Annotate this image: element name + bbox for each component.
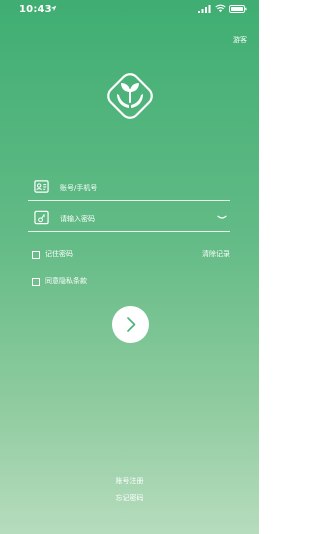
clear-record-link[interactable]: 清除记录 bbox=[202, 249, 230, 260]
forgot-password-link[interactable]: 忘记密码 bbox=[0, 493, 259, 503]
chevron-down-icon[interactable] bbox=[217, 215, 227, 221]
key-icon bbox=[34, 210, 49, 225]
account-input[interactable]: 账号/手机号 bbox=[60, 181, 210, 195]
location-arrow-icon bbox=[50, 5, 57, 12]
battery-icon bbox=[229, 5, 247, 13]
agree-privacy-checkbox[interactable] bbox=[32, 278, 40, 286]
agree-privacy-label[interactable]: 同意隐私条款 bbox=[45, 276, 87, 287]
remember-password-row: 记住密码 清除记录 bbox=[30, 249, 230, 261]
register-link[interactable]: 账号注册 bbox=[0, 476, 259, 486]
password-input[interactable]: 请输入密码 bbox=[60, 212, 210, 226]
hands-sprout-logo-icon bbox=[107, 73, 153, 119]
arrow-right-icon bbox=[127, 317, 136, 332]
login-screen: 10:43 游客 账号/手机号 请输入密码 记住密码 清除记录 同意隐私条款 账… bbox=[0, 0, 259, 534]
login-submit-button[interactable] bbox=[112, 306, 149, 343]
remember-password-label[interactable]: 记住密码 bbox=[45, 249, 73, 260]
status-time: 10:43 bbox=[19, 4, 52, 15]
agree-privacy-row: 同意隐私条款 bbox=[30, 276, 150, 288]
signal-icon bbox=[198, 5, 211, 13]
account-field[interactable]: 账号/手机号 bbox=[28, 176, 230, 201]
password-field[interactable]: 请输入密码 bbox=[28, 207, 230, 232]
remember-password-checkbox[interactable] bbox=[32, 251, 40, 259]
guest-login-link[interactable]: 游客 bbox=[233, 35, 247, 45]
wifi-icon bbox=[215, 4, 226, 13]
id-card-icon bbox=[34, 180, 49, 193]
status-bar: 10:43 bbox=[0, 0, 259, 18]
